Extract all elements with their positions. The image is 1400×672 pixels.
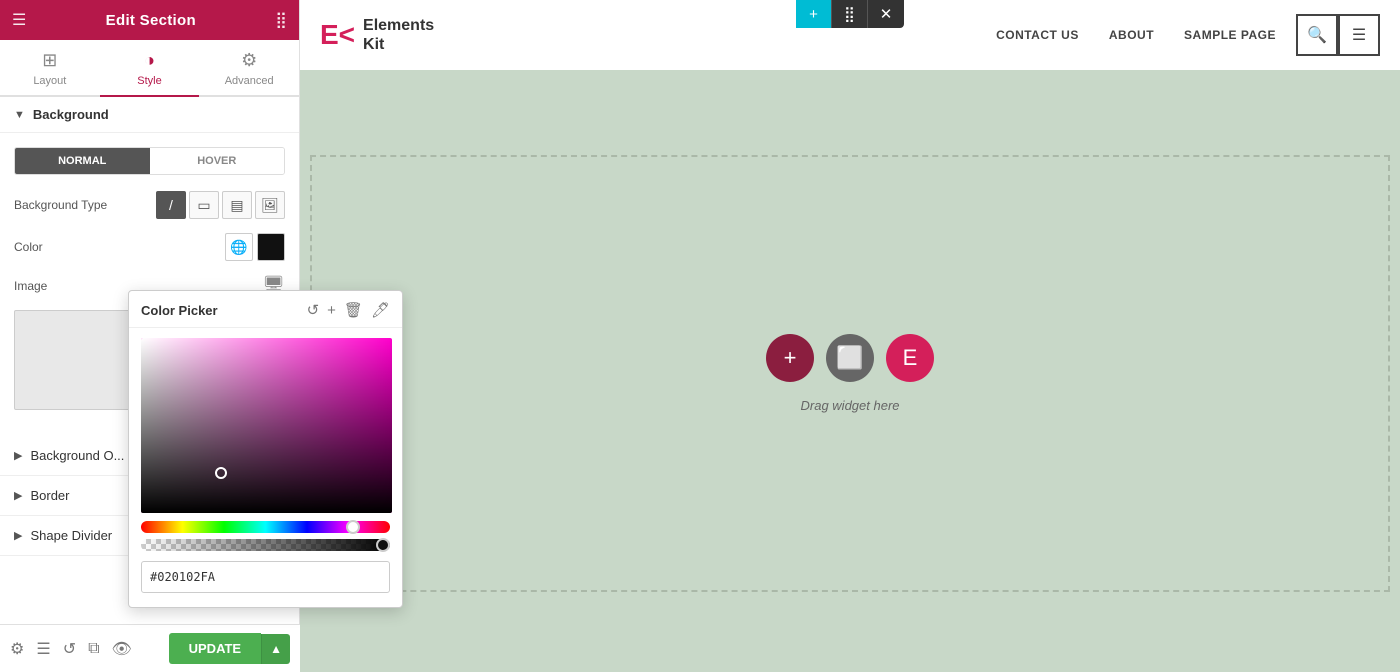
logo-icon: E<: [320, 19, 355, 51]
widget-buttons: + ⬜ E: [766, 334, 934, 382]
color-picker-header: Color Picker ↺ + 🗑 🖊: [129, 291, 299, 328]
background-section-heading[interactable]: ▼ Background: [0, 97, 299, 133]
history-icon[interactable]: ↺: [63, 639, 76, 659]
float-add-btn[interactable]: +: [796, 0, 832, 28]
color-row: Color 🌐: [14, 233, 285, 261]
color-picker-title: Color Picker: [141, 303, 218, 318]
canvas-gradient: [141, 338, 299, 513]
chevron-right-icon-3: ▶: [14, 529, 22, 542]
color-globe-btn[interactable]: 🌐: [225, 233, 253, 261]
layout-icon: ⊞: [42, 50, 57, 71]
bottom-bar-icons: ⚙ ☰ ↺ ⧉ 👁: [10, 639, 132, 659]
chevron-down-icon: ▼: [14, 109, 25, 121]
float-move-btn[interactable]: ⣿: [832, 0, 868, 28]
update-btn-group: UPDATE ▲: [169, 633, 290, 664]
advanced-icon: ⚙: [241, 50, 257, 71]
tab-layout[interactable]: ⊞ Layout: [0, 40, 100, 97]
page-container: + ⬜ E Drag widget here: [310, 155, 1390, 592]
settings-icon[interactable]: ⚙: [10, 639, 24, 659]
widget-drag-area: + ⬜ E Drag widget here: [312, 157, 1388, 590]
nav-icons: 🔍 ☰: [1296, 14, 1380, 56]
color-swatch[interactable]: [257, 233, 285, 261]
chevron-right-icon-2: ▶: [14, 489, 22, 502]
bg-type-classic[interactable]: ▭: [189, 191, 219, 219]
nav-logo: E< ElementsKit: [320, 16, 434, 54]
ek-widget-btn[interactable]: E: [886, 334, 934, 382]
panel-tabs: ⊞ Layout ◑ Style ⚙ Advanced: [0, 40, 299, 97]
bottom-bar: ⚙ ☰ ↺ ⧉ 👁 UPDATE ▲: [0, 624, 300, 672]
background-type-options: / ▭ ▤ 🖼: [156, 191, 285, 219]
color-label: Color: [14, 240, 225, 254]
normal-tab[interactable]: NORMAL: [15, 148, 150, 174]
color-cursor: [215, 467, 227, 479]
canvas-area: E< ElementsKit CONTACT US ABOUT SAMPLE P…: [300, 0, 1400, 672]
bg-type-image[interactable]: 🖼: [255, 191, 285, 219]
update-arrow-button[interactable]: ▲: [261, 634, 290, 664]
search-icon-btn[interactable]: 🔍: [1296, 14, 1338, 56]
panel-header: ☰ Edit Section ⣿: [0, 0, 299, 40]
color-controls: 🌐: [225, 233, 285, 261]
left-panel: ☰ Edit Section ⣿ ⊞ Layout ◑ Style ⚙ Adva…: [0, 0, 300, 672]
add-widget-btn[interactable]: +: [766, 334, 814, 382]
responsive-icon[interactable]: ⧉: [88, 640, 99, 658]
tab-advanced[interactable]: ⚙ Advanced: [199, 40, 299, 97]
menu-icon-btn[interactable]: ☰: [1338, 14, 1380, 56]
nav-about[interactable]: ABOUT: [1109, 28, 1154, 42]
alpha-slider[interactable]: [141, 539, 299, 551]
tab-style[interactable]: ◑ Style: [100, 40, 200, 97]
preview-icon[interactable]: 👁: [112, 639, 132, 659]
menu-icon[interactable]: ☰: [12, 10, 26, 30]
update-button[interactable]: UPDATE: [169, 633, 261, 664]
background-type-label: Background Type: [14, 198, 156, 212]
background-type-row: Background Type / ▭ ▤ 🖼: [14, 191, 285, 219]
panel-content: ▼ Background NORMAL HOVER Background Typ…: [0, 97, 299, 672]
color-canvas[interactable]: [141, 338, 299, 513]
normal-hover-tabs: NORMAL HOVER: [14, 147, 285, 175]
chevron-right-icon: ▶: [14, 449, 22, 462]
drag-label: Drag widget here: [801, 398, 900, 413]
bg-type-gradient[interactable]: ▤: [222, 191, 252, 219]
logo-text: ElementsKit: [363, 16, 434, 54]
folder-widget-btn[interactable]: ⬜: [826, 334, 874, 382]
style-icon: ◑: [144, 50, 155, 71]
float-close-btn[interactable]: ✕: [868, 0, 904, 28]
grid-icon[interactable]: ⣿: [275, 10, 287, 30]
layers-icon[interactable]: ☰: [36, 639, 50, 659]
nav-sample-page[interactable]: SAMPLE PAGE: [1184, 28, 1276, 42]
hover-tab[interactable]: HOVER: [150, 148, 285, 174]
color-picker-popup: Color Picker ↺ + 🗑 🖊: [128, 290, 299, 608]
panel-title: Edit Section: [106, 12, 196, 29]
hex-input[interactable]: [141, 561, 299, 593]
float-toolbar: + ⣿ ✕: [796, 0, 904, 28]
nav-contact-us[interactable]: CONTACT US: [996, 28, 1079, 42]
bg-type-none[interactable]: /: [156, 191, 186, 219]
color-canvas-wrapper[interactable]: [141, 338, 299, 513]
hue-slider[interactable]: [141, 521, 299, 533]
nav-links: CONTACT US ABOUT SAMPLE PAGE: [996, 28, 1276, 42]
